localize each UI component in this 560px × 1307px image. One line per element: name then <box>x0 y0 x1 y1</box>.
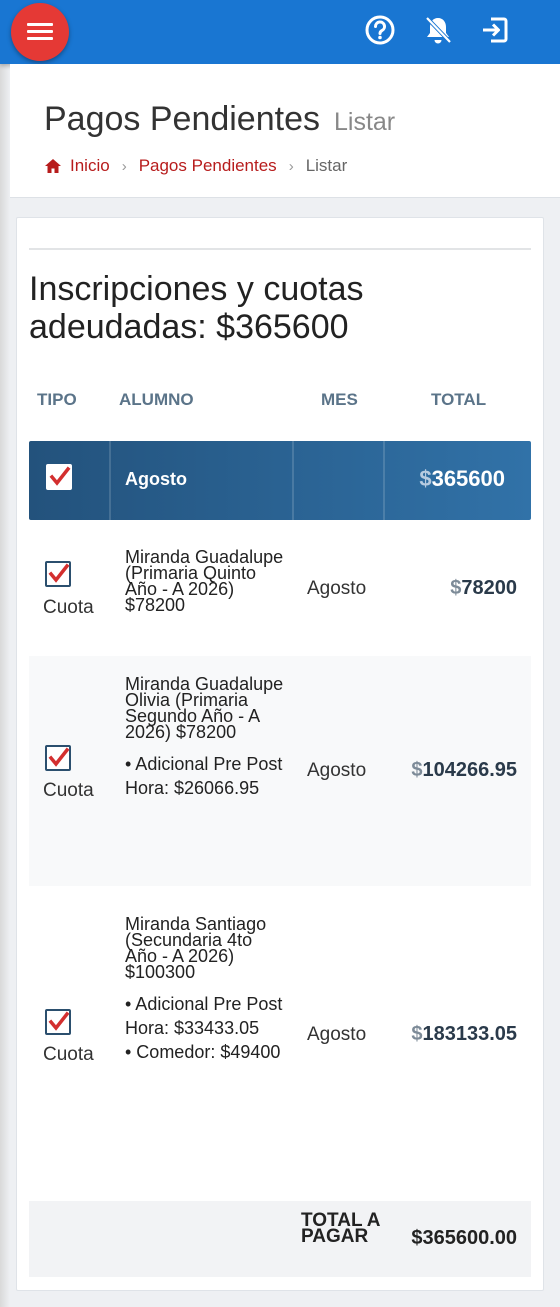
checkmark-icon <box>48 747 70 767</box>
additional-charge: • Adicional Pre Post Hora: $26066.95 <box>125 754 283 798</box>
page-title-text: Pagos Pendientes <box>44 100 320 138</box>
student-description: Miranda Guadalupe Olivia (Primaria Segun… <box>125 674 284 742</box>
breadcrumb-separator: › <box>121 157 127 175</box>
logout-button[interactable] <box>478 13 512 47</box>
breadcrumb: Inicio › Pagos Pendientes › Listar <box>44 156 347 176</box>
breadcrumb-home[interactable]: Inicio <box>70 156 110 176</box>
row-mes: Agosto <box>307 760 367 781</box>
home-icon <box>45 159 61 173</box>
page-header: Pagos Pendientes Listar Inicio › Pagos Pe… <box>10 64 560 198</box>
help-circle-icon <box>365 15 395 45</box>
checkmark-icon <box>48 1011 70 1031</box>
total-to-pay-value: $365600.00 <box>411 1227 517 1249</box>
row-alumno: Miranda Guadalupe (Primaria Quinto Año -… <box>125 547 285 615</box>
row-total: $104266.95 <box>411 759 517 781</box>
sidebar-edge <box>0 64 10 1307</box>
group-checkbox[interactable] <box>46 464 72 490</box>
student-description: Miranda Guadalupe (Primaria Quinto Año -… <box>125 547 284 615</box>
pending-payments-card: Inscripciones y cuotas adeudadas: $36560… <box>16 217 544 1291</box>
group-month: Agosto <box>125 469 187 489</box>
student-description: Miranda Santiago (Secundaria 4to Año - A… <box>125 914 267 982</box>
notifications-button[interactable] <box>421 13 455 47</box>
row-mes: Agosto <box>307 1024 367 1045</box>
column-header-total: TOTAL <box>431 390 487 409</box>
column-header-mes: MES <box>321 390 358 409</box>
additional-charge: • Adicional Pre Post Hora: $33433.05 <box>125 994 283 1038</box>
menu-button[interactable] <box>11 3 69 61</box>
breadcrumb-section[interactable]: Pagos Pendientes <box>139 156 277 176</box>
breadcrumb-separator: › <box>288 157 294 175</box>
row-mes: Agosto <box>307 578 367 599</box>
row-total: $78200 <box>450 577 517 599</box>
breadcrumb-current: Listar <box>305 156 348 175</box>
card-title: Inscripciones y cuotas adeudadas: $36560… <box>29 270 364 346</box>
logout-icon <box>483 17 508 43</box>
column-header-tipo: TIPO <box>37 390 77 409</box>
row-tipo: Cuota <box>43 597 94 618</box>
row-checkbox[interactable] <box>45 745 71 771</box>
table-row: Cuota Miranda Guadalupe Olivia (Primaria… <box>29 656 531 886</box>
total-to-pay-label: TOTAL A PAGAR <box>301 1210 380 1247</box>
bell-off-icon <box>425 16 452 44</box>
page-subtitle: Listar <box>333 108 396 136</box>
month-group-row[interactable]: Agosto $365600 <box>29 441 531 520</box>
table-row: Cuota Miranda Guadalupe (Primaria Quinto… <box>29 520 531 656</box>
page-title: Pagos Pendientes Listar <box>44 100 395 139</box>
table-row: Cuota Miranda Santiago (Secundaria 4to A… <box>29 886 531 1186</box>
row-checkbox[interactable] <box>45 561 71 587</box>
column-header-alumno: ALUMNO <box>119 390 194 409</box>
row-tipo: Cuota <box>43 1044 94 1065</box>
additional-charge: • Comedor: $49400 <box>125 1042 281 1062</box>
checkmark-icon <box>49 466 71 486</box>
checkmark-icon <box>48 563 70 583</box>
row-alumno: Miranda Guadalupe Olivia (Primaria Segun… <box>125 674 285 800</box>
total-to-pay-row: TOTAL A PAGAR $365600.00 <box>29 1201 531 1277</box>
top-app-bar <box>0 0 560 64</box>
row-alumno: Miranda Santiago (Secundaria 4to Año - A… <box>125 914 285 1064</box>
row-tipo: Cuota <box>43 780 94 801</box>
hamburger-menu-icon <box>27 23 53 41</box>
row-total: $183133.05 <box>411 1023 517 1045</box>
row-checkbox[interactable] <box>45 1009 71 1035</box>
group-total: $365600 <box>419 466 505 491</box>
divider <box>29 248 531 250</box>
help-button[interactable] <box>363 13 397 47</box>
